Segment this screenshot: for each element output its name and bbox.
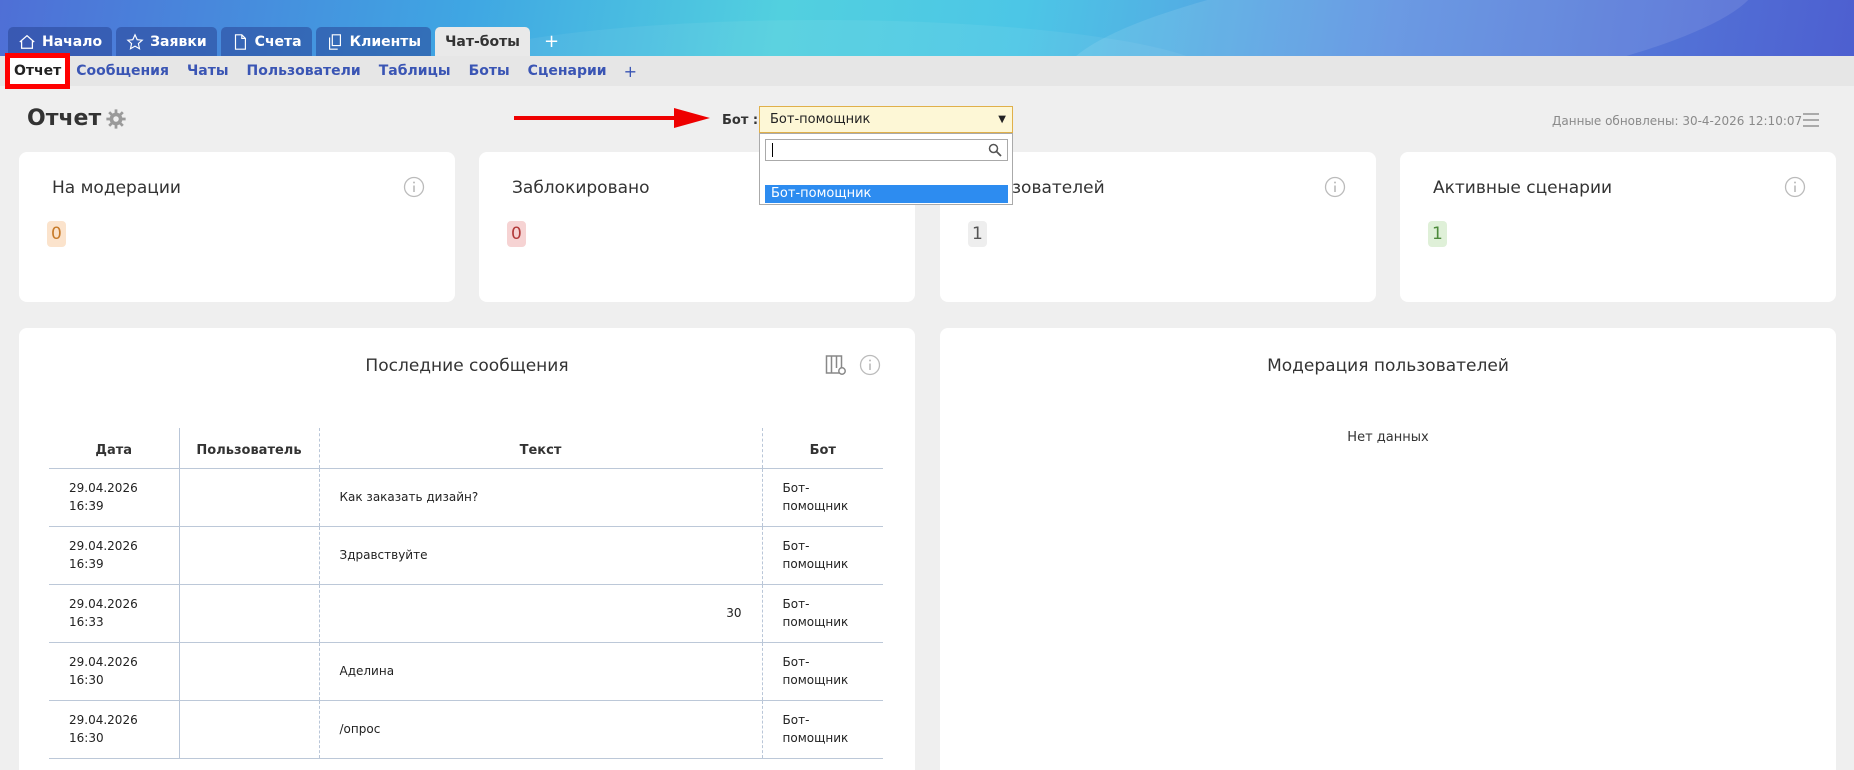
cell-date: 29.04.2026 16:39 (49, 526, 180, 585)
copy-icon (328, 33, 341, 50)
tab-label: Чат-боты (445, 33, 520, 50)
card-active-scenarios: Активные сценарии 1 (1400, 152, 1836, 302)
caret-down-icon: ▼ (998, 114, 1006, 125)
tab-chatbots[interactable]: Чат-боты (435, 27, 530, 56)
column-header-user[interactable]: Пользователь (178, 428, 319, 469)
card-title: Активные сценарии (1433, 178, 1613, 198)
bot-select-value: Бот-помощник (770, 112, 871, 127)
cell-bot: Бот-помощник (761, 584, 883, 643)
card-value-badge: 1 (1428, 221, 1447, 247)
card-title: На модерации (52, 178, 181, 198)
page-title: Отчет (27, 106, 127, 131)
cell-text: /опрос (318, 700, 762, 759)
cell-text: Аделина (318, 642, 762, 701)
column-header-date[interactable]: Дата (49, 428, 180, 469)
dropdown-search-input[interactable] (765, 139, 1008, 161)
last-messages-panel: Последние сообщения Дата Пользователь Те… (19, 328, 915, 770)
card-value-badge: 0 (47, 221, 66, 247)
bot-select[interactable]: Бот-помощник ▼ (759, 106, 1013, 133)
tab-label: Начало (42, 33, 103, 50)
cell-user (178, 526, 319, 585)
cell-user (178, 468, 319, 527)
red-arrow-annotation (514, 108, 710, 128)
column-header-bot[interactable]: Бот (761, 428, 883, 469)
cell-user (178, 642, 319, 701)
cell-date: 29.04.2026 16:30 (49, 642, 180, 701)
column-header-text[interactable]: Текст (318, 428, 762, 469)
search-icon (988, 143, 1002, 157)
cell-date: 29.04.2026 16:39 (49, 468, 180, 527)
card-value-badge: 0 (507, 221, 526, 247)
card-title: Заблокировано (512, 178, 650, 198)
text-cursor (772, 143, 773, 157)
page-title-text: Отчет (27, 106, 102, 131)
tab-requests[interactable]: Заявки (116, 27, 217, 56)
main-tabs: Начало Заявки Счета Клиенты Чат-боты + (8, 27, 569, 56)
table-row[interactable]: 29.04.2026 16:39 Здравствуйте Бот-помощни… (49, 526, 883, 585)
info-icon[interactable] (1784, 176, 1806, 198)
subnav-item-tables[interactable]: Таблицы (370, 63, 460, 79)
tab-home[interactable]: Начало (8, 27, 113, 56)
info-icon[interactable] (403, 176, 425, 198)
panel-tools (825, 354, 881, 376)
cell-bot: Бот-помощник (761, 642, 883, 701)
cell-text: 30 (318, 584, 762, 643)
subnav-add-button[interactable]: + (616, 62, 645, 81)
cell-text: Здравствуйте (318, 526, 762, 585)
subnav-item-bots[interactable]: Боты (460, 63, 519, 79)
card-value-badge: 1 (968, 221, 987, 247)
subnav-item-users[interactable]: Пользователи (238, 63, 370, 79)
table-header-row: Дата Пользователь Текст Бот (49, 428, 883, 469)
tab-label: Клиенты (349, 33, 422, 50)
user-moderation-panel: Модерация пользователей Нет данных (940, 328, 1836, 770)
bot-dropdown: Бот-помощник (759, 133, 1013, 205)
add-tab-button[interactable]: + (534, 27, 569, 56)
updated-timestamp: Данные обновлены: 30-4-2026 12:10:07 (1552, 114, 1803, 128)
menu-icon[interactable] (1802, 111, 1820, 129)
info-icon[interactable] (859, 354, 881, 376)
cell-user (178, 584, 319, 643)
table-row[interactable]: 29.04.2026 16:39 Как заказать дизайн? Бот… (49, 468, 883, 527)
cell-bot: Бот-помощник (761, 526, 883, 585)
subnav-item-scenarios[interactable]: Сценарии (519, 63, 616, 79)
dropdown-option[interactable]: Бот-помощник (765, 185, 1008, 203)
tab-label: Заявки (150, 33, 207, 50)
tab-clients[interactable]: Клиенты (315, 27, 432, 56)
sub-navigation: Отчет Сообщения Чаты Пользователи Таблиц… (0, 53, 1854, 89)
card-title: зователей (1012, 178, 1105, 198)
card-on-moderation: На модерации 0 (19, 152, 455, 302)
cell-text: Как заказать дизайн? (318, 468, 762, 527)
cell-date: 29.04.2026 16:30 (49, 700, 180, 759)
subnav-item-messages[interactable]: Сообщения (67, 63, 178, 79)
cell-bot: Бот-помощник (761, 468, 883, 527)
bot-label: Бот : (722, 113, 759, 128)
cell-date: 29.04.2026 16:33 (49, 584, 180, 643)
gear-icon[interactable] (105, 108, 127, 130)
subnav-item-report[interactable]: Отчет (4, 53, 71, 89)
table-row[interactable]: 29.04.2026 16:33 30 Бот-помощник (49, 584, 883, 643)
cell-bot: Бот-помощник (761, 700, 883, 759)
document-icon (234, 33, 246, 50)
star-icon (126, 32, 144, 50)
messages-table: Дата Пользователь Текст Бот 29.04.2026 16… (49, 428, 883, 759)
table-row[interactable]: 29.04.2026 16:30 /опрос Бот-помощник (49, 700, 883, 759)
panel-title: Последние сообщения (365, 356, 569, 376)
table-row[interactable]: 29.04.2026 16:30 Аделина Бот-помощник (49, 642, 883, 701)
info-icon[interactable] (1324, 176, 1346, 198)
cell-user (178, 700, 319, 759)
empty-state-text: Нет данных (1347, 430, 1429, 445)
tab-label: Счета (254, 33, 302, 50)
top-tab-bar: Начало Заявки Счета Клиенты Чат-боты + (0, 0, 1854, 56)
panel-title: Модерация пользователей (1267, 356, 1509, 376)
subnav-item-chats[interactable]: Чаты (178, 63, 238, 79)
column-settings-icon[interactable] (825, 354, 847, 376)
tab-invoices[interactable]: Счета (220, 27, 312, 56)
home-icon (19, 34, 35, 49)
